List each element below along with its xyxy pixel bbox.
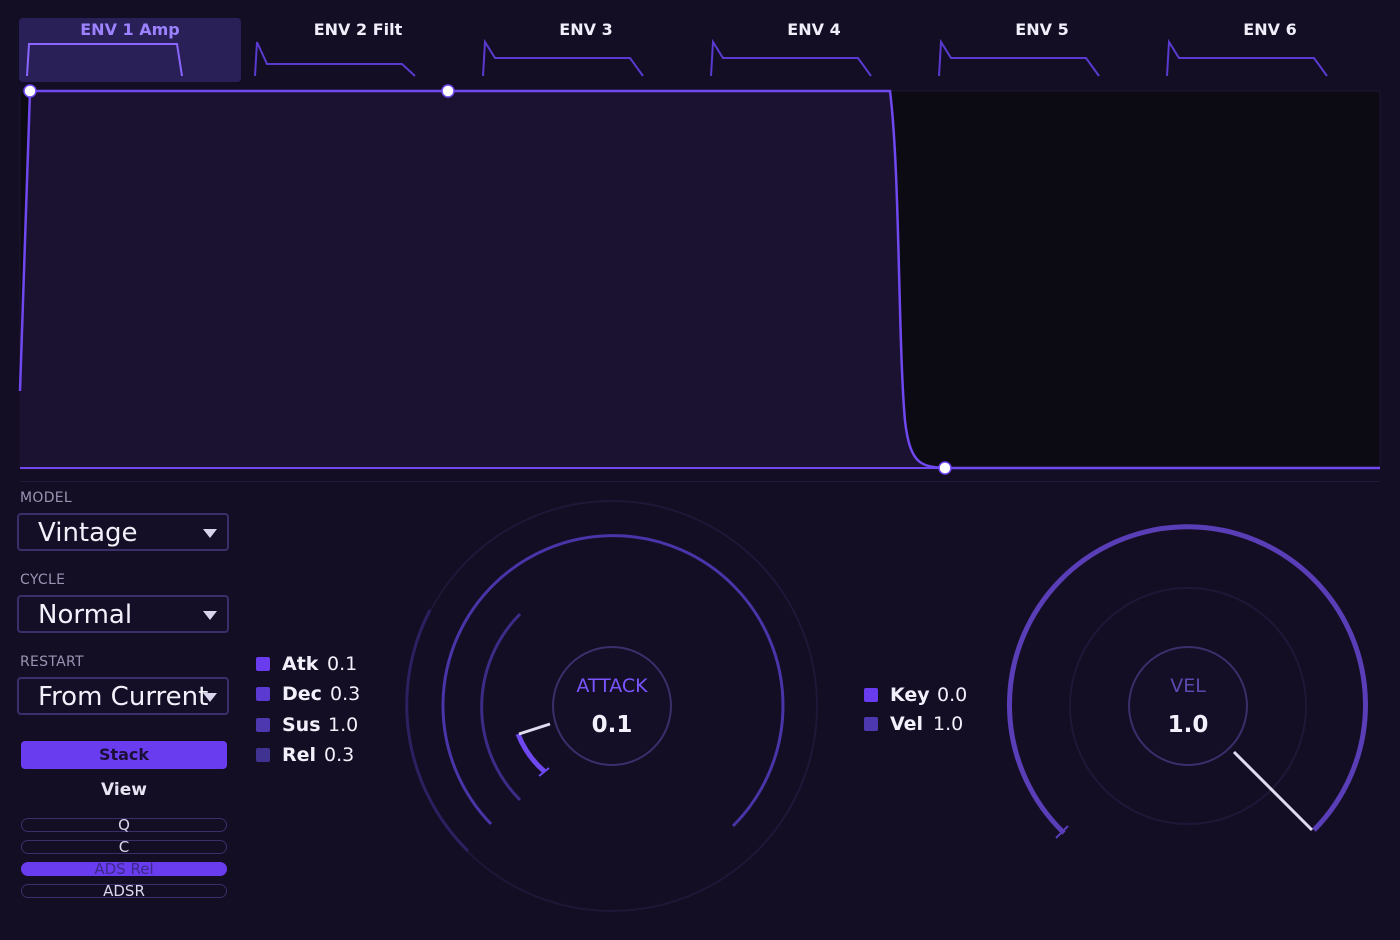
- release-handle[interactable]: [938, 461, 952, 475]
- envelope-thumbnail-icon: [1166, 38, 1328, 77]
- envelope-thumbnail-icon: [710, 38, 872, 77]
- envelope-thumbnail-icon: [482, 38, 644, 77]
- model-value: Vintage: [38, 518, 138, 548]
- view-option-ads-rel[interactable]: ADS Rel: [21, 862, 227, 877]
- attack-knob[interactable]: ATTACK 0.1: [400, 500, 824, 912]
- mod-value: 0.0: [937, 684, 968, 706]
- param-name: Rel: [282, 744, 317, 766]
- restart-value: From Current: [38, 682, 209, 712]
- knob-value: 0.1: [591, 712, 633, 738]
- stack-button[interactable]: Stack: [21, 741, 227, 769]
- view-option-adsr[interactable]: ADSR: [21, 884, 227, 899]
- attack-handle[interactable]: [23, 84, 37, 98]
- tab-env-5[interactable]: ENV 5: [931, 18, 1153, 82]
- param-value: 0.3: [324, 744, 355, 766]
- envelope-thumbnail-icon: [254, 41, 416, 77]
- color-swatch: [864, 688, 878, 702]
- caret-down-icon: [203, 611, 217, 620]
- tab-env-3[interactable]: ENV 3: [475, 18, 697, 82]
- param-value: 0.3: [330, 683, 361, 705]
- param-name: Atk: [282, 653, 319, 675]
- envelope-thumbnail-icon: [938, 38, 1100, 77]
- restart-label: RESTART: [20, 654, 84, 670]
- knob-label: ATTACK: [576, 675, 648, 697]
- restart-dropdown[interactable]: From Current: [17, 677, 229, 715]
- envelope-thumbnail-icon: [26, 43, 183, 77]
- cycle-label: CYCLE: [20, 572, 66, 588]
- divider: [20, 481, 1380, 482]
- knob-value: 1.0: [1167, 712, 1209, 738]
- param-name: Sus: [282, 714, 321, 736]
- caret-down-icon: [203, 529, 217, 538]
- tab-env-6[interactable]: ENV 6: [1159, 18, 1381, 82]
- mod-name: Vel: [890, 713, 924, 735]
- model-dropdown[interactable]: Vintage: [17, 513, 229, 551]
- tab-env-2-filt[interactable]: ENV 2 Filt: [247, 18, 469, 82]
- mod-value: 1.0: [933, 713, 964, 735]
- param-name: Dec: [282, 683, 322, 705]
- color-swatch: [256, 748, 270, 762]
- cycle-dropdown[interactable]: Normal: [17, 595, 229, 633]
- mod-name: Key: [890, 684, 930, 706]
- color-swatch: [256, 657, 270, 671]
- cycle-value: Normal: [38, 600, 133, 630]
- view-label: View: [101, 780, 147, 800]
- caret-down-icon: [203, 693, 217, 702]
- color-swatch: [256, 718, 270, 732]
- param-value: 1.0: [328, 714, 359, 736]
- tab-env-1-amp[interactable]: ENV 1 Amp: [19, 18, 241, 82]
- color-swatch: [864, 717, 878, 731]
- view-option-q[interactable]: Q: [21, 818, 227, 833]
- param-value: 0.1: [327, 653, 358, 675]
- envelope-editor[interactable]: [18, 84, 1381, 475]
- velocity-knob[interactable]: VEL 1.0: [1000, 520, 1380, 850]
- color-swatch: [256, 687, 270, 701]
- view-option-c[interactable]: C: [21, 840, 227, 855]
- knob-label: VEL: [1170, 675, 1206, 697]
- decay-handle[interactable]: [441, 84, 455, 98]
- model-label: MODEL: [20, 490, 73, 506]
- tab-env-4[interactable]: ENV 4: [703, 18, 925, 82]
- envelope-tabs: ENV 1 Amp ENV 2 Filt ENV 3 ENV 4 ENV 5 E…: [0, 0, 1400, 86]
- envelope-graph: [18, 84, 1381, 475]
